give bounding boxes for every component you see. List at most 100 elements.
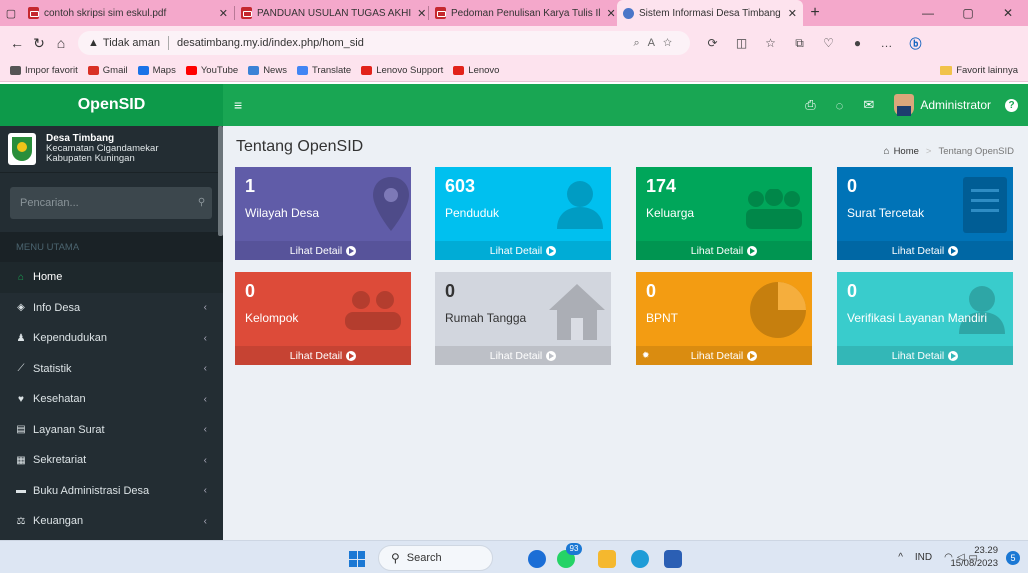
brand-text[interactable]: OpenSID (78, 96, 146, 114)
favorite-label: YouTube (200, 65, 239, 76)
favorite-item[interactable]: YouTube (185, 65, 239, 76)
more-info-link[interactable]: Lihat Detail (235, 241, 411, 260)
tab-pdf-skripsi[interactable]: contoh skripsi sim eskul.pdf ✕ (22, 0, 234, 26)
sidebar-item-statistik[interactable]: ⟋ Statistik ‹ (0, 354, 223, 385)
sidebar-item-kesehatan[interactable]: ♥ Kesehatan ‹ (0, 384, 223, 415)
favorite-item[interactable]: Impor favorit (10, 65, 78, 76)
tab-pedoman[interactable]: Pedoman Penulisan Karya Tulis Il ✕ (429, 0, 617, 26)
more-info-link[interactable]: Lihat Detail (837, 241, 1013, 260)
stat-value: 0 (646, 281, 657, 301)
arrow-circle-right-icon (747, 245, 758, 256)
more-info-link[interactable]: Lihat Detail (235, 346, 411, 365)
favorite-label: Gmail (102, 65, 128, 76)
extensions-icon[interactable]: ⟳ (698, 36, 727, 50)
sidebar-search-input[interactable]: Pencarian... (10, 186, 191, 219)
stat-label: Verifikasi Layanan Mandiri (847, 311, 988, 325)
pdf-icon (435, 7, 446, 19)
more-info-link[interactable]: Lihat Detail (435, 241, 611, 260)
sidebar-item-kependudukan[interactable]: ♟ Kependudukan ‹ (0, 323, 223, 354)
stat-label: Penduduk (445, 206, 500, 220)
edge-icon[interactable] (631, 550, 649, 568)
sidebar-item-label: Buku Administrasi Desa (33, 484, 150, 497)
stat-label: Wilayah Desa (245, 206, 320, 220)
stat-card-verifikasi-layanan-mandiri: 0 Verifikasi Layanan Mandiri Lihat Detail (837, 272, 1013, 365)
url-field[interactable]: ▲ Tidak aman desatimbang.my.id/index.php… (78, 31, 690, 55)
clock[interactable]: 23.29 15/08/2023 (950, 544, 998, 570)
sidebar-item-keuangan[interactable]: ⚖ Keuangan ‹ (0, 506, 223, 537)
new-tab-icon[interactable]: + (803, 4, 827, 22)
menu-header: MENU UTAMA (0, 232, 223, 262)
mail-icon[interactable]: ✉ (863, 97, 874, 113)
favorite-item[interactable]: Translate (296, 65, 351, 76)
collections-icon[interactable]: ⧉ (785, 36, 814, 51)
comment-icon[interactable]: ◌ (836, 98, 844, 113)
print-icon[interactable]: ⎙ (805, 97, 815, 113)
back-icon[interactable]: ← (6, 35, 28, 51)
copilot-icon[interactable]: ⓑ (901, 35, 930, 52)
file-explorer-icon[interactable] (598, 550, 616, 568)
close-tab-icon[interactable]: ✕ (213, 7, 228, 20)
search-icon[interactable]: ⚲ (191, 186, 212, 219)
breadcrumb-home[interactable]: Home (894, 146, 919, 157)
tab-sistem-informasi[interactable]: Sistem Informasi Desa Timbang ✕ (617, 0, 803, 26)
favorites-icon[interactable]: ☆ (756, 36, 785, 50)
more-info-link[interactable]: Lihat Detail (636, 241, 812, 260)
chevron-up-icon[interactable]: ^ (898, 552, 903, 563)
favorite-item[interactable]: Maps (137, 65, 176, 76)
stat-card-wilayah-desa: 1 Wilayah Desa Lihat Detail (235, 167, 411, 260)
close-tab-icon[interactable]: ✕ (601, 7, 616, 20)
favorite-item[interactable]: Gmail (87, 65, 128, 76)
sidebar-item-sekretariat[interactable]: ▦ Sekretariat ‹ (0, 445, 223, 476)
security-label[interactable]: Tidak aman (103, 37, 160, 49)
favorite-item[interactable]: News (248, 65, 287, 76)
whatsapp-badge: 93 (566, 543, 582, 555)
favorite-label: Maps (152, 65, 176, 76)
language-indicator[interactable]: IND (915, 552, 932, 563)
gear-icon[interactable]: ✹ (642, 350, 650, 361)
favorite-icon (248, 66, 260, 75)
tab-title: Sistem Informasi Desa Timbang (639, 7, 781, 19)
sidebar-item-buku-administrasi-desa[interactable]: ▬ Buku Administrasi Desa ‹ (0, 476, 223, 507)
windows-start-icon[interactable] (349, 551, 365, 567)
split-screen-icon[interactable]: ◫ (727, 36, 756, 50)
url-text[interactable]: desatimbang.my.id/index.php/hom_sid (177, 37, 364, 49)
more-info-link[interactable]: Lihat Detail (837, 346, 1013, 365)
sidebar-item-info-desa[interactable]: ◈ Info Desa ‹ (0, 293, 223, 324)
favorite-item[interactable]: Lenovo (453, 65, 499, 76)
home-icon[interactable]: ⌂ (50, 35, 72, 51)
brand-logo[interactable]: OpenSID (0, 84, 223, 126)
help-icon[interactable]: ? (1005, 98, 1018, 112)
address-actions-icon[interactable]: ⌕A☆ (634, 37, 680, 50)
more-options-icon[interactable]: … (872, 36, 901, 50)
close-tab-icon[interactable]: ✕ (411, 7, 426, 20)
profile-icon[interactable]: ● (843, 36, 872, 50)
favorite-item[interactable]: Lenovo Support (361, 65, 443, 76)
more-info-link[interactable]: Lihat Detail (435, 346, 611, 365)
tab-actions-icon[interactable]: ▢ (0, 7, 22, 20)
close-window-icon[interactable]: ✕ (988, 6, 1028, 20)
tab-panduan[interactable]: PANDUAN USULAN TUGAS AKHI ✕ (235, 0, 428, 26)
menu-toggle-icon[interactable]: ≡ (234, 97, 242, 113)
home-icon: ⌂ (17, 271, 25, 283)
restore-icon[interactable]: ▢ (948, 6, 988, 20)
notification-badge[interactable]: 5 (1006, 551, 1020, 565)
copilot-app-icon[interactable] (528, 550, 546, 568)
close-tab-icon[interactable]: ✕ (782, 7, 797, 20)
sidebar-item-label: Home (33, 271, 63, 284)
more-info-label: Lihat Detail (489, 349, 543, 362)
stat-label: Rumah Tangga (445, 311, 527, 325)
performance-icon[interactable]: ♡ (814, 36, 843, 50)
sidebar-item-layanan-surat[interactable]: ▤ Layanan Surat ‹ (0, 415, 223, 446)
favorite-icon (185, 66, 197, 75)
admin-name[interactable]: Administrator (920, 98, 991, 112)
more-info-link[interactable]: ✹ Lihat Detail (636, 346, 812, 365)
avatar[interactable] (894, 94, 915, 116)
taskbar-search[interactable]: ⚲ Search (378, 545, 493, 571)
minimize-icon[interactable]: — (908, 6, 948, 20)
more-info-label: Lihat Detail (891, 349, 945, 362)
sidebar-item-home[interactable]: ⌂ Home (0, 262, 223, 293)
refresh-icon[interactable]: ↻ (28, 35, 50, 52)
word-icon[interactable] (664, 550, 682, 568)
other-favorites[interactable]: Favorit lainnya (940, 65, 1018, 76)
pdf-icon (28, 7, 39, 19)
